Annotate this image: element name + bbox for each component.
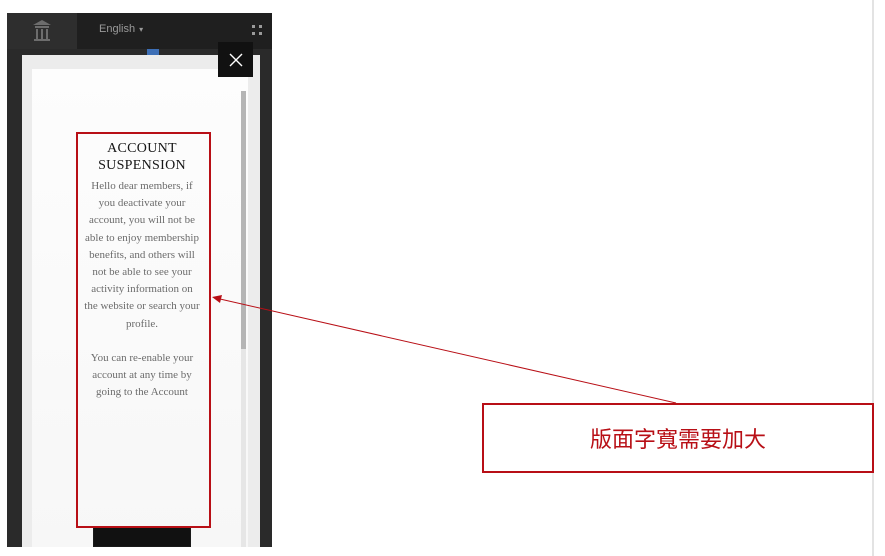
annotation-note-text: 版面字寬需要加大 <box>589 428 766 453</box>
annotation-note-box: 版面字寬需要加大 <box>482 403 874 473</box>
